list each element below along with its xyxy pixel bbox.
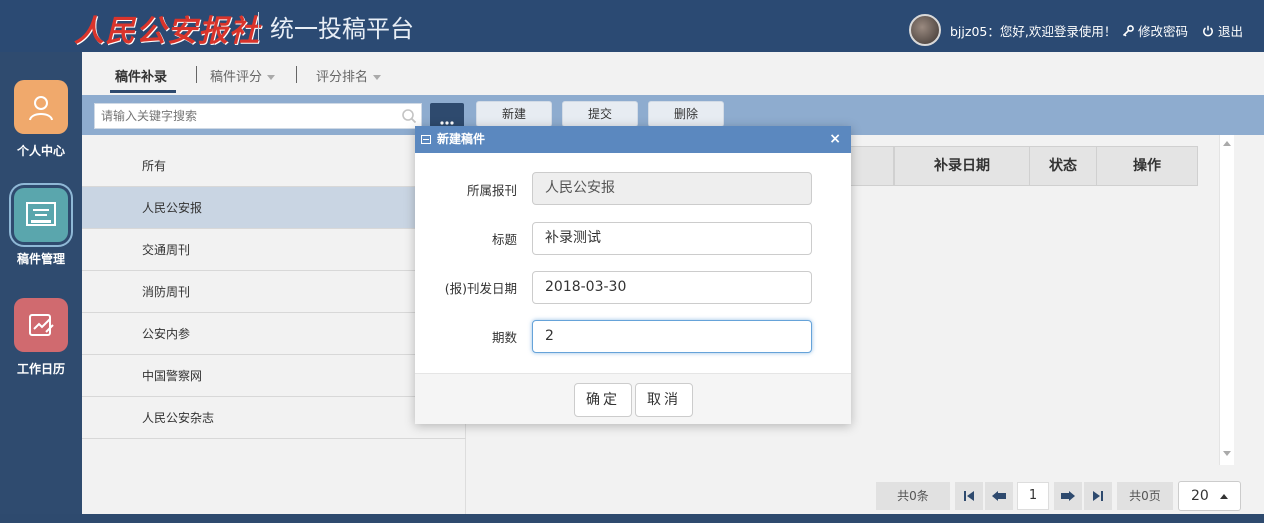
tab-label: 稿件评分 [210,70,263,85]
tab-divider [296,66,297,83]
power-icon [1203,25,1213,36]
tab-label: 稿件补录 [115,70,168,85]
logout-link[interactable]: 退出 [1202,21,1243,40]
confirm-button[interactable]: 确定 [574,383,632,417]
issue-number-label: 期数 [491,330,517,345]
top-header: 人民公安报社 统一投稿平台 bjjz05：您好,欢迎登录使用！ 修改密码 退出 [0,0,1264,52]
tree-item-traffic-weekly[interactable]: 交通周刊 [82,229,466,271]
last-page-icon [1093,491,1103,501]
grid-header-supplement-date[interactable]: 补录日期 [894,146,1030,186]
publication-field: 人民公安报 [532,172,812,205]
logo-text: 人民公安报社 [74,14,260,49]
issue-number-field[interactable]: 2 [532,320,812,353]
search-icon[interactable] [401,108,417,124]
nav-label-work-calendar: 工作日历 [16,362,65,376]
caret-up-icon [1220,494,1228,499]
pager-total-pages: 共0页 [1117,482,1173,510]
previous-page-icon [992,491,1006,501]
tab-score-ranking[interactable]: 评分排名 [316,66,382,85]
first-page-button[interactable] [955,482,983,510]
grid-header-actions[interactable]: 操作 [1096,146,1198,186]
publish-date-label: (报)刊发日期 [444,281,517,296]
nav-item-work-calendar[interactable]: 工作日历 [0,298,82,377]
submit-button[interactable]: 提交 [562,101,638,127]
key-icon [1122,24,1134,36]
change-password-link[interactable]: 修改密码 [1122,21,1188,40]
tab-divider [196,66,197,83]
nav-label-manuscript-management: 稿件管理 [16,252,65,266]
new-manuscript-dialog: 新建稿件 × 所属报刊 人民公安报 标题 补录测试 (报)刊发日期 2018-0… [415,126,851,424]
scroll-down-icon[interactable] [1223,451,1231,456]
next-page-button[interactable] [1054,482,1082,510]
bottom-strip [0,514,1264,523]
nav-item-personal-center[interactable]: 个人中心 [0,80,82,159]
tree-item-public-security-magazine[interactable]: 人民公安杂志 [82,397,466,439]
last-page-button[interactable] [1084,482,1112,510]
active-tab-indicator [110,90,176,93]
nav-item-manuscript-management[interactable]: 稿件管理 [0,188,82,267]
platform-title: 统一投稿平台 [270,15,414,43]
title-label: 标题 [491,232,517,247]
window-icon [421,135,431,144]
scroll-up-icon[interactable] [1223,141,1231,146]
left-nav: 个人中心 稿件管理 工作日历 [0,52,82,523]
manuscript-icon [14,188,68,242]
chevron-down-icon [267,75,276,80]
publish-date-field[interactable]: 2018-03-30 [532,271,812,304]
search-box [94,103,422,129]
new-button[interactable]: 新建 [476,101,552,127]
grid-header-status[interactable]: 状态 [1029,146,1097,186]
tree-item-all[interactable]: 所有 [82,145,466,187]
pager-total-records: 共0条 [876,482,950,510]
tab-manuscript-supplement[interactable]: 稿件补录 [115,66,167,85]
tab-bar: 稿件补录 稿件评分 评分排名 [82,52,1264,95]
change-password-label: 修改密码 [1138,24,1189,39]
first-page-icon [964,491,974,501]
delete-button[interactable]: 删除 [648,101,724,127]
user-greeting: bjjz05：您好,欢迎登录使用！ [950,24,1117,39]
nav-label-personal-center: 个人中心 [16,144,65,158]
vertical-scrollbar[interactable] [1219,135,1234,465]
tab-manuscript-scoring[interactable]: 稿件评分 [210,66,276,85]
next-page-icon [1061,491,1075,501]
dialog-footer: 确定 取消 [415,373,851,424]
current-page-input[interactable]: 1 [1017,482,1049,510]
publication-label: 所属报刊 [466,183,517,198]
title-field[interactable]: 补录测试 [532,222,812,255]
logout-label: 退出 [1218,24,1244,39]
tree-item-internal-reference[interactable]: 公安内参 [82,313,466,355]
tree-item-china-police-net[interactable]: 中国警察网 [82,355,466,397]
tree-item-fire-weekly[interactable]: 消防周刊 [82,271,466,313]
search-input[interactable] [95,104,395,128]
chevron-down-icon [373,75,382,80]
tab-label: 评分排名 [316,70,369,85]
page-size-select[interactable]: 20 [1178,481,1241,511]
calendar-edit-icon [14,298,68,352]
avatar[interactable] [909,14,941,46]
logo-divider [258,12,259,40]
close-icon[interactable]: × [829,126,841,153]
tree-item-renmin-gongan-bao[interactable]: 人民公安报 [82,187,466,229]
dialog-title: 新建稿件 [437,132,486,146]
person-icon [14,80,68,134]
dialog-title-bar[interactable]: 新建稿件 × [415,126,851,153]
previous-page-button[interactable] [985,482,1013,510]
publication-tree: 所有 人民公安报 交通周刊 消防周刊 公安内参 中国警察网 人民公安杂志 [82,135,466,514]
page-size-value: 20 [1191,488,1209,504]
cancel-button[interactable]: 取消 [635,383,693,417]
